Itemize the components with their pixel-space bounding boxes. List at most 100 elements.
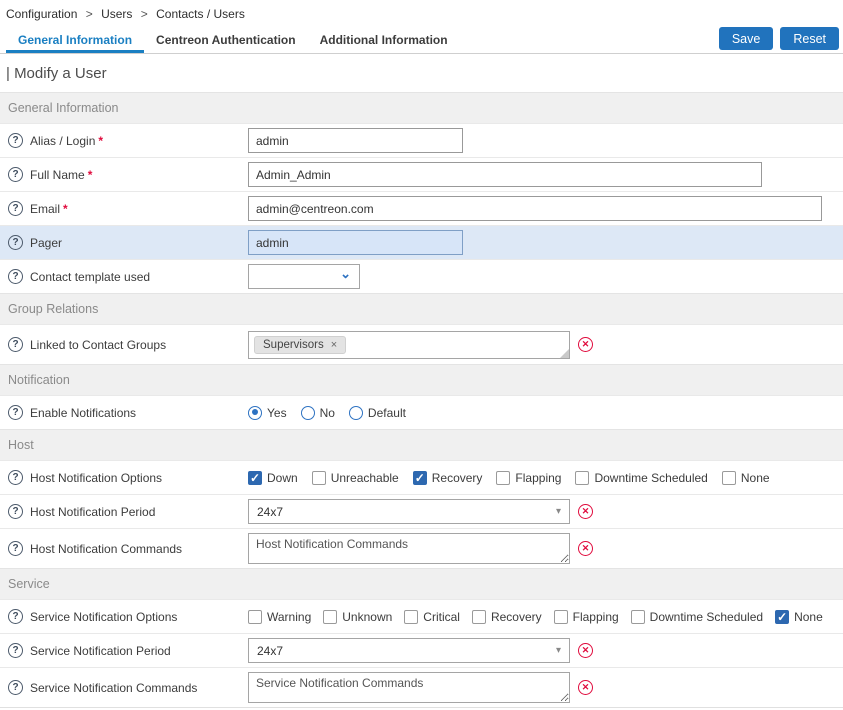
help-icon[interactable]: ? xyxy=(8,504,23,519)
field-label-col: ? Service Notification Period xyxy=(8,643,248,658)
tab-general-information[interactable]: General Information xyxy=(6,26,144,53)
checkbox-host-down[interactable]: Down xyxy=(248,471,298,485)
checkbox[interactable] xyxy=(248,471,262,485)
checkbox-label: Warning xyxy=(267,610,311,624)
breadcrumb-item-users[interactable]: Users xyxy=(101,7,132,21)
checkbox-label: Flapping xyxy=(573,610,619,624)
checkbox[interactable] xyxy=(404,610,418,624)
checkbox[interactable] xyxy=(472,610,486,624)
checkbox-host-unreachable[interactable]: Unreachable xyxy=(312,471,399,485)
checkbox[interactable] xyxy=(248,610,262,624)
help-icon[interactable]: ? xyxy=(8,235,23,250)
checkbox[interactable] xyxy=(496,471,510,485)
checkbox-host-flapping[interactable]: Flapping xyxy=(496,471,561,485)
field-label-col: ? Linked to Contact Groups xyxy=(8,337,248,352)
help-icon[interactable]: ? xyxy=(8,269,23,284)
checkbox-service-none[interactable]: None xyxy=(775,610,823,624)
checkbox[interactable] xyxy=(631,610,645,624)
checkbox[interactable] xyxy=(554,610,568,624)
radio-no[interactable]: No xyxy=(301,406,335,420)
checkbox-host-downtime-scheduled[interactable]: Downtime Scheduled xyxy=(575,471,707,485)
checkbox[interactable] xyxy=(323,610,337,624)
checkbox-service-warning[interactable]: Warning xyxy=(248,610,311,624)
resize-grip-icon[interactable] xyxy=(560,349,569,358)
help-icon[interactable]: ? xyxy=(8,643,23,658)
radio-button[interactable] xyxy=(248,406,262,420)
help-icon[interactable]: ? xyxy=(8,405,23,420)
checkbox-label: Recovery xyxy=(491,610,542,624)
radio-button[interactable] xyxy=(301,406,315,420)
help-icon[interactable]: ? xyxy=(8,167,23,182)
checkbox-label: Flapping xyxy=(515,471,561,485)
field-label: Host Notification Commands xyxy=(30,542,182,556)
clear-field-icon[interactable]: ✕ xyxy=(578,541,593,556)
checkbox-service-unknown[interactable]: Unknown xyxy=(323,610,392,624)
checkbox[interactable] xyxy=(775,610,789,624)
tab-additional-information[interactable]: Additional Information xyxy=(308,26,460,53)
field-label-text: Linked to Contact Groups xyxy=(30,338,166,352)
section-header-general-information: General Information xyxy=(0,92,843,123)
breadcrumb-item-configuration[interactable]: Configuration xyxy=(6,7,77,21)
clear-field-icon[interactable]: ✕ xyxy=(578,337,593,352)
alias-login-input[interactable] xyxy=(248,128,463,153)
checkbox-host-recovery[interactable]: Recovery xyxy=(413,471,483,485)
contact-template-select[interactable]: ⌄ xyxy=(248,264,360,289)
checkbox[interactable] xyxy=(312,471,326,485)
section-header-notification: Notification xyxy=(0,364,843,395)
select-value: 24x7 xyxy=(257,505,283,519)
checkbox-service-downtime-scheduled[interactable]: Downtime Scheduled xyxy=(631,610,763,624)
pager-input[interactable] xyxy=(248,230,463,255)
remove-tag-icon[interactable]: × xyxy=(331,339,337,351)
service-notification-commands-input[interactable] xyxy=(248,672,570,703)
save-button[interactable]: Save xyxy=(719,27,774,50)
checkbox-service-critical[interactable]: Critical xyxy=(404,610,460,624)
radio-default[interactable]: Default xyxy=(349,406,406,420)
checkbox-service-recovery[interactable]: Recovery xyxy=(472,610,542,624)
action-buttons: Save Reset xyxy=(719,27,839,50)
field-label-col: ? Host Notification Period xyxy=(8,504,248,519)
radio-button[interactable] xyxy=(349,406,363,420)
checkbox[interactable] xyxy=(575,471,589,485)
help-icon[interactable]: ? xyxy=(8,541,23,556)
email-input[interactable] xyxy=(248,196,822,221)
enable-notifications-radio-group: Yes No Default xyxy=(248,406,406,420)
full-name-input[interactable] xyxy=(248,162,762,187)
field-label: Email* xyxy=(30,202,68,216)
checkbox[interactable] xyxy=(413,471,427,485)
clear-field-icon[interactable]: ✕ xyxy=(578,643,593,658)
field-label: Full Name* xyxy=(30,168,92,182)
field-label-col: ? Email* xyxy=(8,201,248,216)
contact-groups-input[interactable]: Supervisors × xyxy=(248,331,570,359)
help-icon[interactable]: ? xyxy=(8,337,23,352)
breadcrumb-item-contacts-users[interactable]: Contacts / Users xyxy=(156,7,245,21)
field-row-alias-login: ? Alias / Login* xyxy=(0,123,843,157)
tag-chip-supervisors[interactable]: Supervisors × xyxy=(254,336,346,354)
breadcrumb: Configuration > Users > Contacts / Users xyxy=(0,0,843,26)
service-notification-period-select[interactable]: 24x7 ▾ xyxy=(248,638,570,663)
clear-field-icon[interactable]: ✕ xyxy=(578,680,593,695)
help-icon[interactable]: ? xyxy=(8,201,23,216)
help-icon[interactable]: ? xyxy=(8,133,23,148)
caret-down-icon: ▾ xyxy=(556,645,561,656)
checkbox-host-none[interactable]: None xyxy=(722,471,770,485)
reset-button[interactable]: Reset xyxy=(780,27,839,50)
tab-centreon-authentication[interactable]: Centreon Authentication xyxy=(144,26,308,53)
tab-bar: General Information Centreon Authenticat… xyxy=(0,26,843,54)
radio-yes[interactable]: Yes xyxy=(248,406,287,420)
host-notification-period-select[interactable]: 24x7 ▾ xyxy=(248,499,570,524)
checkbox-label: None xyxy=(794,610,823,624)
checkbox[interactable] xyxy=(722,471,736,485)
help-icon[interactable]: ? xyxy=(8,609,23,624)
clear-field-icon[interactable]: ✕ xyxy=(578,504,593,519)
field-label-text: Host Notification Period xyxy=(30,505,155,519)
checkbox-label: Downtime Scheduled xyxy=(650,610,763,624)
radio-label: Default xyxy=(368,406,406,420)
help-icon[interactable]: ? xyxy=(8,470,23,485)
checkbox-service-flapping[interactable]: Flapping xyxy=(554,610,619,624)
chevron-down-icon: ⌄ xyxy=(340,266,351,282)
field-row-enable-notifications: ? Enable Notifications Yes No Default xyxy=(0,395,843,429)
field-label-text: Contact template used xyxy=(30,270,150,284)
help-icon[interactable]: ? xyxy=(8,680,23,695)
required-marker: * xyxy=(88,168,93,182)
host-notification-commands-input[interactable] xyxy=(248,533,570,564)
